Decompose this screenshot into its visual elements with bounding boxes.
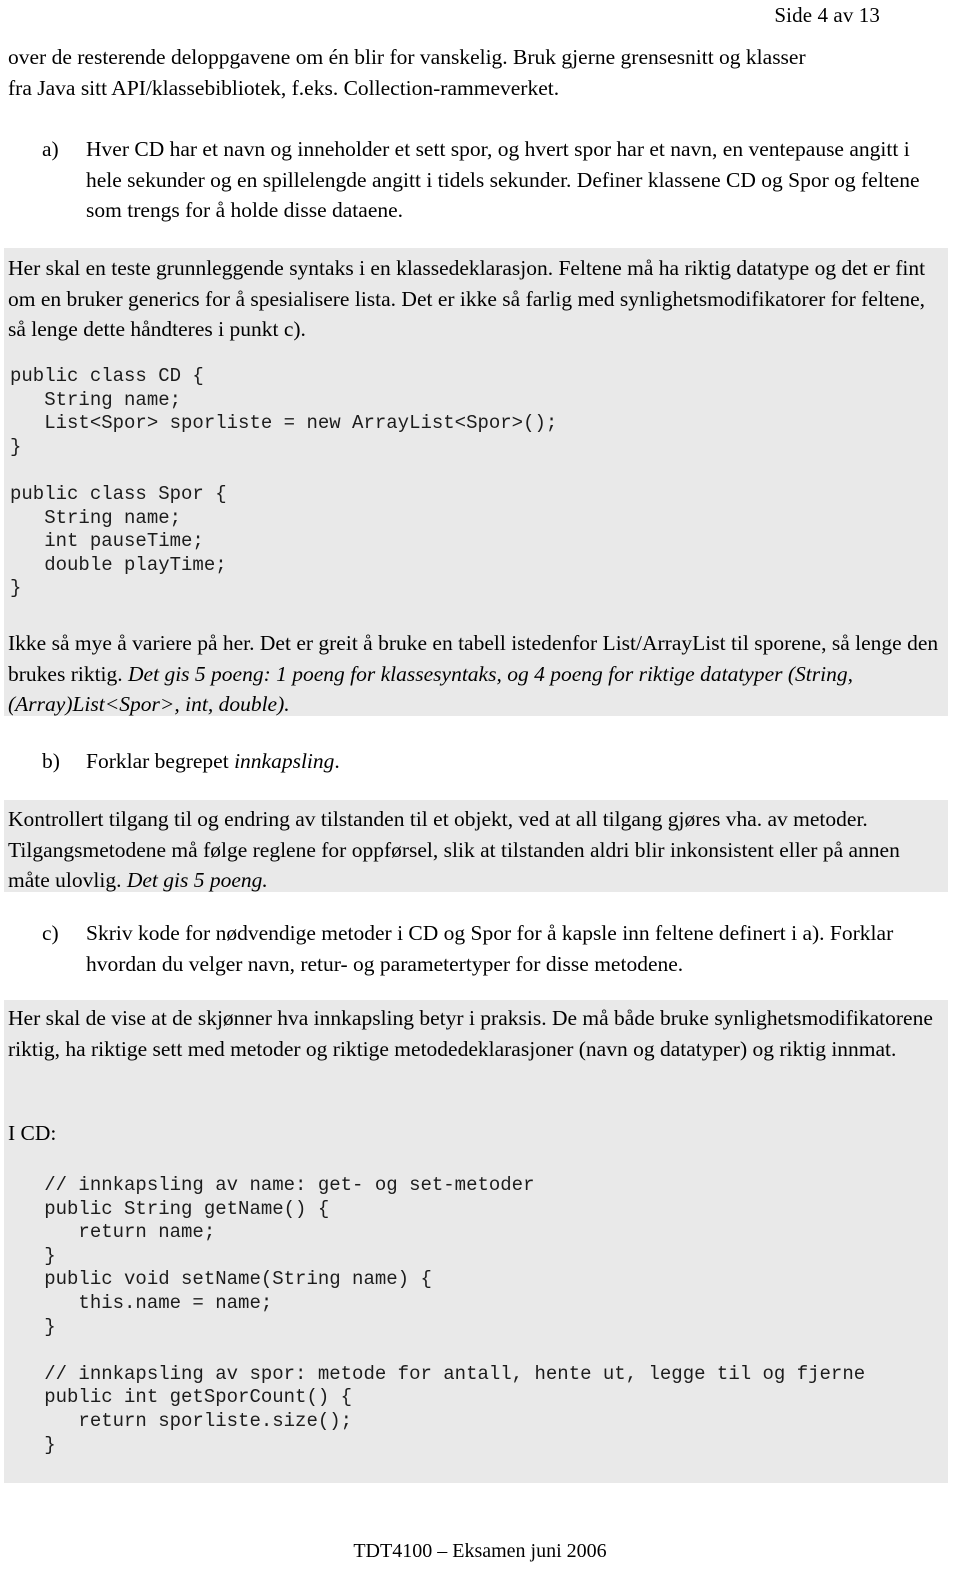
answer-text-a-outro-italic: Det gis 5 poeng: 1 poeng for klassesynta… xyxy=(8,661,853,717)
document-page: Side 4 av 13 over de resterende deloppga… xyxy=(0,0,960,1574)
task-text-a: Hver CD har et navn og inneholder et set… xyxy=(86,137,920,222)
task-marker-b: b) xyxy=(42,749,60,773)
answer-text-b-italic: Det gis 5 poeng. xyxy=(126,868,268,892)
task-item-a: a) Hver CD har et navn og inneholder et … xyxy=(42,134,932,226)
task-text-b-italic: innkapsling xyxy=(234,749,335,773)
code-block-classes: public class CD { String name; List<Spor… xyxy=(10,365,558,600)
code-block-encapsulation: // innkapsling av name: get- og set-meto… xyxy=(44,1174,866,1456)
task-marker-a: a) xyxy=(42,137,59,161)
task-item-b: b) Forklar begrepet innkapsling. xyxy=(42,746,932,777)
task-text-b: Forklar begrepet innkapsling. xyxy=(86,746,932,777)
answer-label-i-cd: I CD: xyxy=(8,1121,57,1145)
answer-text-a-intro: Her skal en teste grunnleggende syntaks … xyxy=(8,256,926,341)
task-text-b-plain: Forklar begrepet xyxy=(86,749,235,773)
intro-paragraph: over de resterende deloppgavene om én bl… xyxy=(8,42,952,103)
task-marker-c: c) xyxy=(42,921,59,945)
intro-line-1: over de resterende deloppgavene om én bl… xyxy=(8,45,806,69)
task-text-b-tail: . xyxy=(334,749,340,773)
answer-text-c: Her skal de vise at de skjønner hva innk… xyxy=(8,1006,933,1061)
answer-text-a-outro: Ikke så mye å variere på her. Det er gre… xyxy=(8,628,944,720)
page-header: Side 4 av 13 xyxy=(774,3,880,27)
intro-line-2: fra Java sitt API/klassebibliotek, f.eks… xyxy=(8,75,560,100)
task-item-c: c) Skriv kode for nødvendige metoder i C… xyxy=(42,918,942,979)
task-text-c: Skriv kode for nødvendige metoder i CD o… xyxy=(86,921,894,976)
page-footer: TDT4100 – Eksamen juni 2006 xyxy=(353,1540,607,1562)
answer-text-b: Kontrollert tilgang til og endring av ti… xyxy=(8,804,944,896)
